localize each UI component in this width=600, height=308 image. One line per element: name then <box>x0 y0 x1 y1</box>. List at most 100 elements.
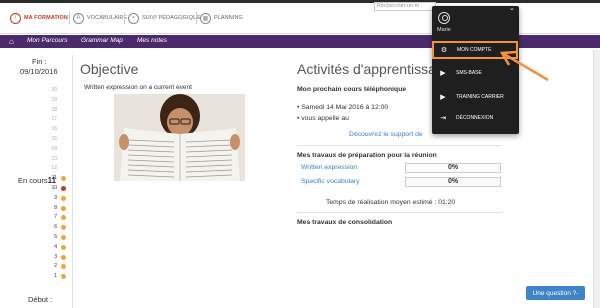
timeline-status-dot[interactable] <box>61 205 66 211</box>
grid-icon: ▦ <box>200 12 211 24</box>
timeline-step: 16 <box>17 124 67 134</box>
estimated-time: Temps de réalisation moyen estimé : 01:2… <box>326 199 456 206</box>
search-input[interactable]: Rechercher un m <box>374 2 436 11</box>
timeline-step: 9 <box>17 193 67 203</box>
annotation-arrow <box>499 50 549 82</box>
timeline-status-dot[interactable] <box>61 225 66 231</box>
timeline-step: 2 <box>17 261 67 271</box>
nav-label: PLANNING <box>214 15 243 21</box>
timeline-step-number: 13 <box>51 155 57 162</box>
nav-divider <box>124 12 125 24</box>
home-icon[interactable]: ⌂ <box>9 37 14 46</box>
menu-item-label: DÉCONNEXION <box>456 115 494 121</box>
timeline-step: 8 <box>17 203 67 213</box>
timeline-current: En cours11 <box>18 176 56 185</box>
play-icon: ▶ <box>440 70 446 77</box>
timeline-status-dot[interactable] <box>61 235 66 240</box>
timeline-status-dot[interactable] <box>61 195 66 201</box>
timeline-step-number: 10 <box>51 185 57 191</box>
nav-planning[interactable]: ▦ PLANNING <box>200 10 243 26</box>
timeline-status-dot[interactable] <box>61 244 66 250</box>
person-up-icon: ↑ <box>10 12 21 24</box>
timeline-step-number: 16 <box>51 126 57 133</box>
timeline-step: 1 <box>17 271 67 281</box>
timeline-step-number: 7 <box>54 214 57 221</box>
menu-item-deconnexion[interactable]: ⇥ DÉCONNEXION <box>432 110 519 126</box>
timeline-step-number: 20 <box>51 87 57 93</box>
user-avatar-icon <box>438 12 450 24</box>
timeline-step-number: 19 <box>51 96 57 103</box>
nav-divider <box>69 12 70 24</box>
support-link[interactable]: Découvrez le support de <box>349 131 423 138</box>
prep-item-link[interactable]: Specific vocabulary <box>301 178 360 185</box>
chevron-down-icon[interactable]: ⌄ <box>509 4 515 12</box>
az-icon: a <box>73 12 84 24</box>
subnav-mon-parcours[interactable]: Mon Parcours <box>27 37 67 44</box>
timeline-step: 18 <box>17 105 67 115</box>
timeline-step: 12 <box>17 163 67 173</box>
timeline-step: 4 <box>17 242 67 252</box>
timeline-step: 19 <box>17 95 67 105</box>
section-divider <box>297 212 502 213</box>
timeline-step: 3 <box>17 252 67 262</box>
logout-icon: ⇥ <box>440 115 446 122</box>
timeline-step-number: 14 <box>51 145 57 152</box>
progress-value: 0% <box>405 177 501 187</box>
timeline-step-number: 8 <box>54 204 57 211</box>
column-divider <box>72 55 73 308</box>
timeline-step: 15 <box>17 134 67 144</box>
objective-image <box>114 94 245 181</box>
menu-item-label: TRAINING CARRIER <box>456 94 504 100</box>
timeline-step-number: 12 <box>51 165 57 172</box>
timeline-step: 6 <box>17 222 67 232</box>
nav-divider <box>196 12 197 24</box>
timeline-status-dot[interactable] <box>61 215 66 221</box>
timeline-step-number: 17 <box>51 116 57 123</box>
timeline-step: 7 <box>17 212 67 222</box>
timeline-status-dot[interactable] <box>61 254 66 260</box>
next-call-date: • Samedi 14 Mai 2016 à 12:00 <box>297 104 389 111</box>
page-scrollbar[interactable] <box>593 50 600 308</box>
section-divider <box>297 145 502 146</box>
nav-vocabulaire[interactable]: a VOCABULAIRE <box>73 10 127 26</box>
menu-item-training-carrier[interactable]: ▶ TRAINING CARRIER <box>432 89 519 105</box>
chart-icon: ▪ <box>128 12 139 24</box>
timeline-step: 17 <box>17 114 67 124</box>
timeline-step: 13 <box>17 154 67 164</box>
newspaper-reader-illustration <box>114 94 245 181</box>
consolidation-heading: Mes travaux de consolidation <box>297 219 393 226</box>
objective-title: Objective <box>80 61 139 77</box>
timeline-step-number: 9 <box>54 194 57 201</box>
progress-value: 0% <box>405 163 501 173</box>
activities-title: Activités d'apprentissage <box>297 61 452 77</box>
nav-ma-formation[interactable]: ↑ MA FORMATION <box>10 10 68 26</box>
timeline-end-date: 09/10/2016 <box>20 67 58 76</box>
menu-item-label: MON COMPTE <box>457 47 492 53</box>
timeline-step-number: 4 <box>54 243 57 250</box>
timeline-start-label: Début : <box>28 295 53 304</box>
user-name: Marie <box>437 27 451 33</box>
timeline-step-number: 1 <box>54 273 57 280</box>
question-button[interactable]: Une question ?- <box>526 286 585 300</box>
timeline-step: 5 <box>17 232 67 242</box>
timeline-step: 20 <box>17 85 67 95</box>
timeline-status-dot[interactable] <box>61 176 66 182</box>
menu-item-label: SMS-BASE <box>456 70 482 76</box>
next-call-note: • vous appelle au <box>297 115 349 122</box>
timeline-step-number: 3 <box>54 253 57 260</box>
nav-label: MA FORMATION <box>24 15 68 21</box>
next-call-heading: Mon prochain cours téléphonique <box>297 86 407 93</box>
timeline-current-value: 11 <box>47 176 57 185</box>
timeline-step-number: 18 <box>51 106 57 113</box>
subnav-mes-notes[interactable]: Mes notes <box>137 37 167 44</box>
timeline-status-dot[interactable] <box>61 274 66 280</box>
timeline-status-dot[interactable] <box>61 264 66 270</box>
nav-suivi-pedagogique[interactable]: ▪ SUIVI PÉDAGOGIQUE <box>128 10 201 26</box>
play-icon: ▶ <box>440 94 446 101</box>
top-strip <box>0 0 600 3</box>
gear-icon: ⚙ <box>440 47 448 54</box>
prep-item-link[interactable]: Written expression <box>301 164 357 171</box>
timeline-status-dot[interactable] <box>61 186 66 191</box>
nav-label: VOCABULAIRE <box>87 15 128 21</box>
subnav-grammar-map[interactable]: Grammar Map <box>81 37 123 44</box>
